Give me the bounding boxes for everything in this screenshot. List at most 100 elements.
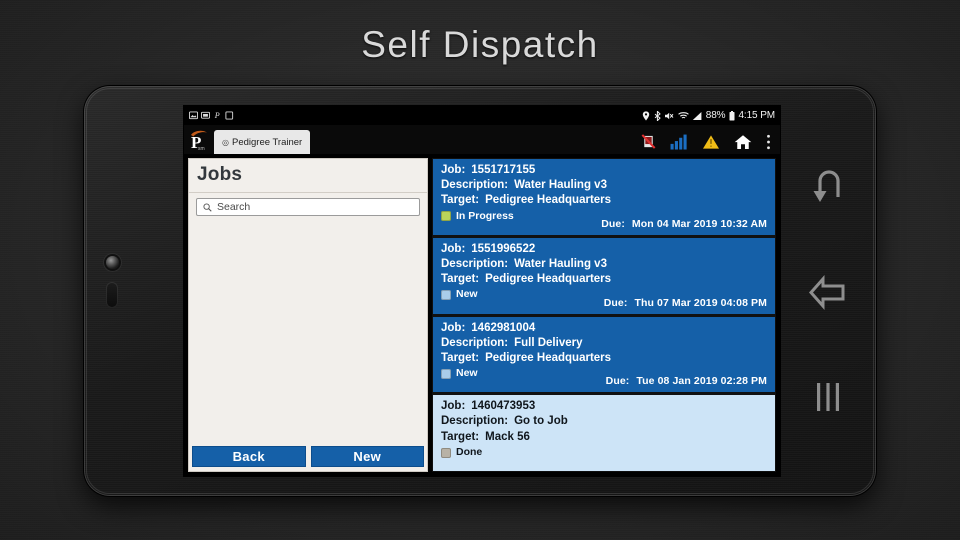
job-target: Pedigree Headquarters bbox=[485, 351, 612, 364]
job-target-row: Target: Pedigree Headquarters bbox=[441, 193, 768, 208]
job-label: Job: bbox=[441, 242, 466, 255]
tab-label: Pedigree Trainer bbox=[231, 136, 303, 148]
due-label: Due: bbox=[605, 375, 630, 388]
due-value: Tue 08 Jan 2019 02:28 PM bbox=[636, 375, 767, 388]
no-connection-icon[interactable] bbox=[641, 134, 656, 150]
due-value: Thu 07 Mar 2019 04:08 PM bbox=[634, 296, 767, 309]
jobs-panel: Jobs Search Back New bbox=[188, 158, 428, 472]
status-label: Done bbox=[456, 445, 483, 458]
status-badge: Done bbox=[441, 446, 768, 460]
clock: 4:15 PM bbox=[738, 110, 775, 121]
job-id-row: Job: 1462981004 bbox=[441, 321, 768, 336]
job-id-row: Job: 1460473953 bbox=[441, 399, 768, 414]
job-card[interactable]: Job: 1551996522 Description: Water Hauling… bbox=[433, 237, 775, 314]
battery-percent: 88% bbox=[705, 110, 726, 121]
back-button[interactable]: Back bbox=[192, 446, 306, 467]
new-button[interactable]: New bbox=[310, 446, 424, 467]
home-icon[interactable] bbox=[734, 134, 752, 150]
image-icon bbox=[189, 111, 198, 120]
job-id-row: Job: 1551717155 bbox=[441, 163, 768, 178]
target-label: Target: bbox=[441, 430, 480, 443]
job-description: Full Delivery bbox=[514, 336, 583, 349]
job-description-row: Description: Full Delivery bbox=[441, 336, 768, 351]
job-description: Go to Job bbox=[514, 415, 568, 428]
job-label: Job: bbox=[441, 400, 466, 413]
status-label: In Progress bbox=[456, 209, 514, 222]
status-color-chip bbox=[441, 211, 451, 222]
job-target: Pedigree Headquarters bbox=[485, 194, 612, 207]
recent-apps-icon[interactable] bbox=[801, 370, 855, 424]
job-label: Job: bbox=[441, 164, 466, 176]
svg-text:P: P bbox=[214, 111, 220, 120]
job-target-row: Target: Mack 56 bbox=[441, 430, 768, 445]
jobs-panel-header: Jobs bbox=[189, 159, 427, 193]
job-id: 1551996522 bbox=[471, 242, 536, 255]
app-bar-actions bbox=[641, 134, 780, 154]
job-description-row: Description: Water Hauling v3 bbox=[441, 178, 768, 193]
signal-bars-icon[interactable] bbox=[670, 134, 688, 150]
job-id-row: Job: 1551996522 bbox=[441, 242, 768, 257]
job-id: 1462981004 bbox=[471, 321, 536, 334]
signal-icon bbox=[693, 111, 702, 120]
job-description: Water Hauling v3 bbox=[514, 257, 607, 270]
back-arrow-icon[interactable] bbox=[801, 264, 855, 318]
job-description-row: Description: Go to Job bbox=[441, 414, 768, 429]
app-tab-bar: P sm ◎ Pedigree Trainer bbox=[184, 125, 780, 154]
p-app-icon: P bbox=[214, 111, 220, 120]
warning-triangle-icon[interactable] bbox=[702, 134, 720, 150]
screenshot-icon bbox=[201, 111, 210, 119]
description-label: Description: bbox=[441, 179, 509, 192]
browser-tab-pedigree-trainer[interactable]: ◎ Pedigree Trainer bbox=[214, 130, 311, 154]
pedigree-logo-icon[interactable]: P sm bbox=[184, 125, 214, 154]
jobs-list-empty-area bbox=[189, 222, 427, 442]
due-label: Due: bbox=[601, 217, 625, 230]
job-card[interactable]: Job: 1462981004 Description: Full Delivery… bbox=[433, 316, 775, 393]
job-due: Due: Tue 08 Jan 2019 02:28 PM bbox=[606, 375, 767, 389]
status-label: New bbox=[456, 367, 478, 380]
due-value: Mon 04 Mar 2019 10:32 AM bbox=[631, 217, 767, 230]
tablet-device: P 88% 4:15 PM P sm ◎ Pedigree Trainer Jo… bbox=[84, 86, 876, 496]
job-label: Job: bbox=[441, 321, 466, 334]
overflow-menu-icon[interactable] bbox=[766, 134, 771, 150]
description-label: Description: bbox=[441, 336, 509, 349]
status-color-chip bbox=[441, 447, 451, 458]
tablet-screen: P 88% 4:15 PM P sm ◎ Pedigree Trainer Jo… bbox=[184, 106, 780, 476]
job-target-row: Target: Pedigree Headquarters bbox=[441, 272, 768, 287]
description-label: Description: bbox=[441, 415, 509, 428]
wifi-icon bbox=[677, 111, 689, 118]
panel-action-buttons: Back New bbox=[189, 442, 427, 471]
mute-icon bbox=[665, 112, 674, 119]
app-content: Jobs Search Back New Job: 1551717155 Des… bbox=[184, 154, 780, 476]
camera-lens-icon bbox=[106, 256, 119, 269]
status-notification-icons: P bbox=[189, 111, 234, 120]
android-status-bar: P 88% 4:15 PM bbox=[184, 106, 780, 125]
globe-icon: ◎ bbox=[222, 137, 229, 147]
job-id: 1551717155 bbox=[471, 164, 536, 176]
target-label: Target: bbox=[441, 194, 480, 207]
job-target-row: Target: Pedigree Headquarters bbox=[441, 351, 768, 366]
job-target: Pedigree Headquarters bbox=[485, 273, 612, 286]
jobs-title: Jobs bbox=[197, 164, 243, 185]
job-due: Due: Thu 07 Mar 2019 04:08 PM bbox=[604, 297, 767, 311]
due-label: Due: bbox=[603, 296, 628, 309]
page-title: Self Dispatch bbox=[361, 24, 599, 65]
job-cards-list[interactable]: Job: 1551717155 Description: Water Hauling… bbox=[432, 158, 776, 472]
job-card-selected[interactable]: Job: 1460473953 Description: Go to Job Tar… bbox=[433, 395, 775, 471]
location-icon bbox=[643, 110, 650, 120]
search-input[interactable]: Search bbox=[196, 198, 420, 216]
android-navigation-bar bbox=[780, 86, 876, 496]
job-description: Water Hauling v3 bbox=[514, 179, 607, 192]
job-description-row: Description: Water Hauling v3 bbox=[441, 257, 768, 272]
side-button[interactable] bbox=[106, 282, 118, 308]
bluetooth-icon bbox=[654, 110, 661, 121]
target-label: Target: bbox=[441, 351, 480, 364]
svg-text:sm: sm bbox=[198, 146, 205, 152]
job-card[interactable]: Job: 1551717155 Description: Water Hauling… bbox=[433, 159, 775, 235]
undo-icon[interactable] bbox=[801, 158, 855, 212]
status-color-chip bbox=[441, 368, 451, 379]
description-label: Description: bbox=[441, 257, 509, 270]
job-due: Due: Mon 04 Mar 2019 10:32 AM bbox=[601, 218, 767, 232]
job-target: Mack 56 bbox=[485, 430, 530, 443]
search-placeholder: Search bbox=[217, 201, 251, 213]
search-icon bbox=[203, 202, 212, 212]
